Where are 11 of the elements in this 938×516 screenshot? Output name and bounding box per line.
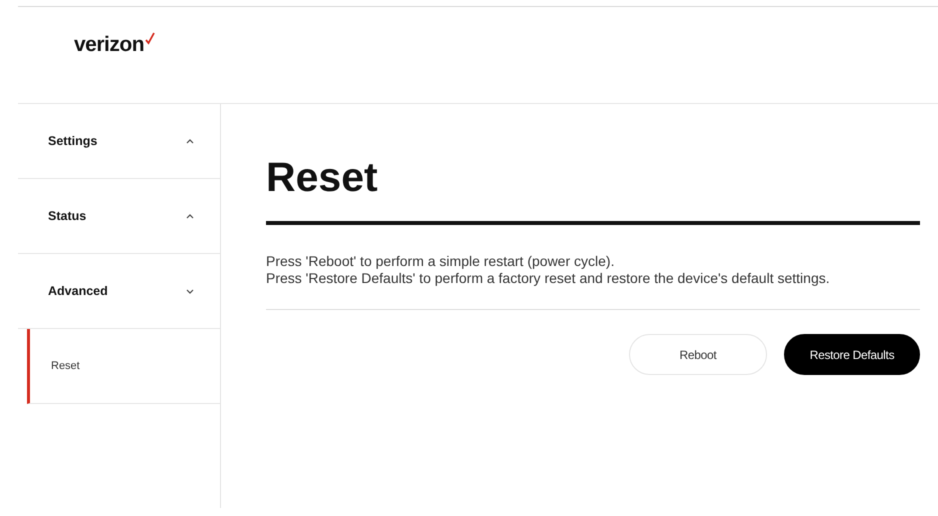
sidebar-item[interactable]: Status [18, 179, 220, 254]
sidebar-subitem[interactable]: Reset [27, 329, 220, 404]
restore-defaults-button[interactable]: Restore Defaults [784, 334, 920, 375]
description-text: Press 'Reboot' to perform a simple restart (power cycle). [266, 253, 616, 270]
reboot-button[interactable]: Reboot [629, 334, 767, 375]
sidebar-item[interactable]: Settings [18, 104, 220, 179]
sidebar-item[interactable]: Advanced [18, 254, 220, 329]
page-title: Reset [266, 153, 379, 202]
checkmark-icon [145, 32, 156, 45]
logo-text: verizon [74, 33, 144, 57]
description-text: Press 'Restore Defaults' to perform a factory reset and restore the device's default settings. [266, 270, 831, 287]
